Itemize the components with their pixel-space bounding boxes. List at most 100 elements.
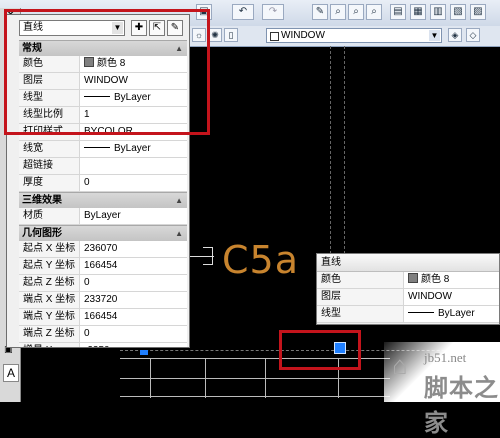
highlight-box xyxy=(4,9,210,135)
section-header[interactable]: 三维效果 ▲ xyxy=(19,192,187,208)
property-value[interactable] xyxy=(80,158,187,174)
quick-properties-title: 直线 xyxy=(317,254,499,272)
text-style-icon[interactable]: A xyxy=(3,364,19,382)
property-name: 起点 X 坐标 xyxy=(19,241,80,257)
property-value[interactable]: ByLayer xyxy=(404,306,499,322)
property-row[interactable]: 图层 WINDOW xyxy=(317,289,499,306)
property-name: 端点 Y 坐标 xyxy=(19,309,80,325)
drawing-bracket xyxy=(203,247,213,265)
property-value[interactable]: 0 xyxy=(80,275,187,291)
property-name: 线宽 xyxy=(19,141,80,157)
property-value-text: 0 xyxy=(84,328,90,339)
property-row[interactable]: 起点 X 坐标 236070 xyxy=(19,241,187,258)
property-row[interactable]: 材质 ByLayer xyxy=(19,208,187,225)
property-value[interactable]: -2350 xyxy=(80,343,187,347)
selection-grip[interactable] xyxy=(334,342,346,354)
property-row[interactable]: 颜色 颜色 8 xyxy=(317,272,499,289)
property-value-text: ByLayer xyxy=(114,143,151,154)
collapse-icon[interactable]: ▲ xyxy=(175,226,183,241)
drawing-line xyxy=(330,46,331,254)
property-row[interactable]: 端点 Y 坐标 166454 xyxy=(19,309,187,326)
property-value[interactable]: 166454 xyxy=(80,258,187,274)
linetype-preview xyxy=(408,312,434,313)
section-title: 几何图形 xyxy=(22,228,62,239)
properties-icon[interactable]: ▤ xyxy=(390,4,406,20)
property-name: 厚度 xyxy=(19,175,80,191)
property-value[interactable]: 0 xyxy=(80,326,187,342)
property-row[interactable]: 线型 ByLayer xyxy=(317,306,499,323)
property-value[interactable]: 233720 xyxy=(80,292,187,308)
property-row[interactable]: 线宽 ByLayer xyxy=(19,141,187,158)
property-row[interactable]: 端点 X 坐标 233720 xyxy=(19,292,187,309)
layer-dropdown[interactable]: WINDOW ▼ xyxy=(266,28,442,43)
section-header[interactable]: 几何图形 ▲ xyxy=(19,225,187,241)
property-name: 端点 Z 坐标 xyxy=(19,326,80,342)
property-value-text: 166454 xyxy=(84,260,118,271)
property-value[interactable]: 0 xyxy=(80,175,187,191)
property-value[interactable]: 166454 xyxy=(80,309,187,325)
property-row[interactable]: 起点 Y 坐标 166454 xyxy=(19,258,187,275)
lock-icon[interactable]: ▯ xyxy=(224,28,238,42)
property-name: 图层 xyxy=(317,289,404,305)
zoom-previous-icon[interactable]: ⌕ xyxy=(366,4,382,20)
design-center-icon[interactable]: ▦ xyxy=(410,4,426,20)
property-value-text: 0 xyxy=(84,177,90,188)
make-current-icon[interactable]: ◈ xyxy=(448,28,462,42)
drawing-line xyxy=(150,358,151,398)
property-value[interactable]: ByLayer xyxy=(80,141,187,157)
property-name: 起点 Z 坐标 xyxy=(19,275,80,291)
chevron-down-icon[interactable]: ▼ xyxy=(429,30,440,41)
drawing-line xyxy=(120,396,390,397)
drawing-line xyxy=(344,46,345,254)
property-value-text: 0 xyxy=(84,277,90,288)
property-name: 线型 xyxy=(317,306,404,322)
property-value-text: 236070 xyxy=(84,243,118,254)
property-row[interactable]: 端点 Z 坐标 0 xyxy=(19,326,187,343)
layer-toolbar: ☼ ✺ ▯ WINDOW ▼ ◈ ◇ xyxy=(190,26,500,47)
layer-previous-icon[interactable]: ◇ xyxy=(466,28,480,42)
watermark-logo-icon: ⌂ xyxy=(392,350,408,380)
property-value[interactable]: ByLayer xyxy=(80,208,187,224)
property-value-text: ByLayer xyxy=(84,210,121,221)
property-value[interactable]: WINDOW xyxy=(404,289,499,305)
match-properties-icon[interactable]: ✎ xyxy=(312,4,328,20)
drawing-text: C5a xyxy=(222,238,299,282)
color-swatch xyxy=(408,273,418,283)
layer-dropdown-value: WINDOW xyxy=(281,30,325,41)
property-name: 增量 X xyxy=(19,343,80,347)
markup-icon[interactable]: ▨ xyxy=(470,4,486,20)
property-name: 起点 Y 坐标 xyxy=(19,258,80,274)
property-value-text: ByLayer xyxy=(438,308,475,319)
redo-icon[interactable]: ↷ xyxy=(262,4,284,20)
sheet-set-icon[interactable]: ▧ xyxy=(450,4,466,20)
drawing-line xyxy=(265,358,266,398)
property-value-text: 233720 xyxy=(84,294,118,305)
property-name: 颜色 xyxy=(317,272,404,288)
quick-properties-grid: 颜色 颜色 8 图层 WINDOW 线型 ByLayer xyxy=(317,272,499,323)
property-row[interactable]: 超链接 xyxy=(19,158,187,175)
collapse-icon[interactable]: ▲ xyxy=(175,193,183,208)
undo-icon[interactable]: ↶ xyxy=(232,4,254,20)
layer-color-swatch xyxy=(270,32,279,41)
property-value[interactable]: 236070 xyxy=(80,241,187,257)
property-value-text: WINDOW xyxy=(408,291,452,302)
property-name: 材质 xyxy=(19,208,80,224)
grip-marker[interactable] xyxy=(140,350,148,355)
tool-palette-icon[interactable]: ▥ xyxy=(430,4,446,20)
property-name: 超链接 xyxy=(19,158,80,174)
drawing-line xyxy=(205,358,206,398)
property-row[interactable]: 起点 Z 坐标 0 xyxy=(19,275,187,292)
sun-icon[interactable]: ✺ xyxy=(208,28,222,42)
property-value-text: -2350 xyxy=(84,345,110,347)
property-row[interactable]: 增量 X -2350 xyxy=(19,343,187,347)
highlight-box xyxy=(279,330,361,370)
drawing-line xyxy=(120,378,390,379)
section-title: 三维效果 xyxy=(22,195,62,206)
zoom-window-icon[interactable]: ⌕ xyxy=(348,4,364,20)
property-value[interactable]: 颜色 8 xyxy=(404,272,499,288)
linetype-preview xyxy=(84,147,110,148)
property-row[interactable]: 厚度 0 xyxy=(19,175,187,192)
zoom-icon[interactable]: ⌕ xyxy=(330,4,346,20)
watermark-url: jb51.net xyxy=(424,350,467,365)
watermark-text: 脚本之家 xyxy=(424,374,499,437)
